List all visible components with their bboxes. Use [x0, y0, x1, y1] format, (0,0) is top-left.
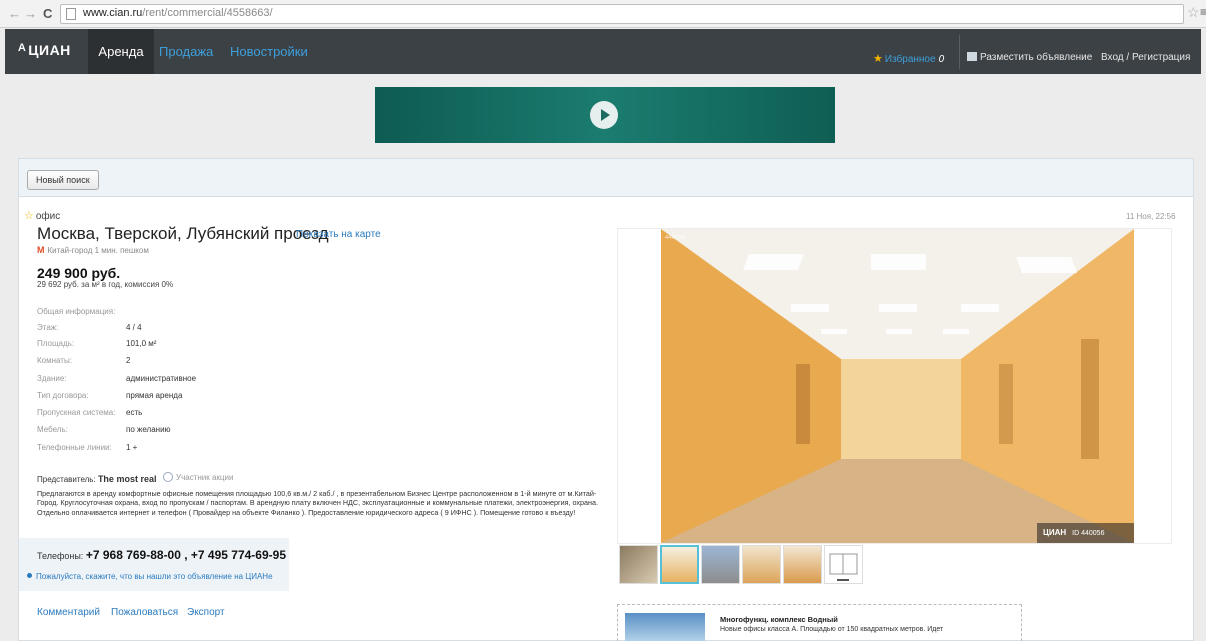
place-ad-icon [967, 52, 977, 61]
listing-type: ☆ офис [24, 210, 61, 222]
place-ad-link[interactable]: Разместить объявление [967, 52, 1092, 63]
back-arrow-icon[interactable]: ← [8, 6, 21, 22]
login-register-link[interactable]: Вход / Регистрация [1101, 52, 1190, 63]
price-per-sqm: 29 692 руб. за м² в год, комиссия 0% [37, 280, 174, 289]
photo-thumbnail[interactable] [742, 545, 781, 584]
info-row: Площадь: 101,0 м² [37, 339, 157, 348]
nav-sale-link[interactable]: Продажа [159, 44, 213, 59]
metro-info: M Китай-город 1 мин. пешком [37, 245, 149, 255]
logo-mark-icon: ᴬ [18, 42, 27, 59]
photo-thumbnails [619, 545, 863, 586]
site-header: ᴬ ЦИАН Аренда Продажа Новостройки ★ Избран… [5, 29, 1201, 74]
forward-arrow-icon[interactable]: → [24, 6, 37, 22]
promo-card[interactable]: Многофункц. комплекс Водный Новые офисы … [617, 604, 1022, 641]
info-row: Телефонные линии: 1 + [37, 443, 138, 452]
agent-info: Представитель: The most real [37, 474, 157, 484]
photo-thumbnail[interactable] [783, 545, 822, 584]
bookmark-star-icon[interactable]: ☆ [1187, 4, 1200, 21]
reload-icon[interactable]: C [43, 6, 52, 22]
ask-cian-note: Пожалуйста, скажите, что вы нашли это об… [27, 572, 273, 581]
phone-numbers: Телефоны: +7 968 769-88-00 , +7 495 774-… [37, 548, 286, 562]
favorites-count: 0 [938, 54, 945, 65]
floor-plan-thumbnail[interactable] [824, 545, 863, 584]
address-bar[interactable]: www.cian.ru/rent/commercial/4558663/ [60, 4, 1184, 24]
listing-date: 11 Ноя, 22:56 [1126, 212, 1176, 221]
check-badge-icon [163, 472, 173, 482]
favorite-star-icon[interactable]: ☆ [24, 210, 34, 222]
listing-price: 249 900 руб. [37, 265, 121, 281]
info-row: Здание: административное [37, 374, 197, 383]
header-divider [959, 35, 960, 69]
photo-thumbnail[interactable] [660, 545, 699, 584]
agent-name[interactable]: The most real [98, 474, 157, 484]
browser-menu-icon[interactable]: ≡ [1200, 5, 1206, 19]
phones-box: Телефоны: +7 968 769-88-00 , +7 495 774-… [19, 538, 289, 591]
browser-toolbar: ← → C www.cian.ru/rent/commercial/455866… [0, 0, 1206, 28]
bullet-dot-icon [27, 573, 32, 578]
listing-description: Предлагаются в аренду комфортные офисные… [37, 489, 598, 517]
listing-address: Москва, Тверской, Лубянский проезд [37, 224, 329, 243]
office-room-image [661, 229, 1134, 543]
play-icon[interactable] [590, 101, 618, 129]
photo-gallery: 440056 ЦИАН ID 440056 [617, 228, 1172, 544]
metro-icon: M [37, 245, 45, 255]
comment-link[interactable]: Комментарий [37, 607, 100, 618]
favorites-star-icon: ★ [873, 53, 883, 65]
nav-rent-tab[interactable]: Аренда [88, 29, 154, 74]
photo-watermark: ЦИАН ID 440056 [1037, 523, 1134, 543]
search-strip: Новый поиск [19, 159, 1193, 197]
info-row: Тип договора: прямая аренда [37, 391, 183, 400]
info-row: Пропускная система: есть [37, 408, 143, 417]
cian-logo[interactable]: ᴬ ЦИАН [18, 42, 71, 60]
promo-building-image [625, 613, 705, 641]
promo-badge: Участник акции [163, 472, 233, 482]
photo-thumbnail[interactable] [701, 545, 740, 584]
promo-title[interactable]: Многофункц. комплекс Водный [720, 615, 838, 624]
info-heading: Общая информация: [37, 307, 116, 316]
new-search-button[interactable]: Новый поиск [27, 170, 99, 190]
show-on-map-link[interactable]: Показать на карте [296, 229, 381, 240]
video-banner[interactable] [375, 87, 835, 143]
complain-link[interactable]: Пожаловаться [111, 607, 178, 618]
info-row: Мебель: по желанию [37, 425, 171, 434]
page-icon [66, 8, 76, 20]
photo-thumbnail[interactable] [619, 545, 658, 584]
url-text: www.cian.ru/rent/commercial/4558663/ [83, 7, 273, 19]
export-link[interactable]: Экспорт [187, 607, 225, 618]
info-row: Этаж: 4 / 4 [37, 323, 142, 332]
photo-id-corner: 440056 [665, 235, 686, 241]
promo-text: Новые офисы класса А. Площадью от 150 кв… [720, 626, 944, 633]
info-row: Комнаты: 2 [37, 356, 131, 365]
nav-new-buildings-link[interactable]: Новостройки [230, 44, 308, 59]
favorites-link[interactable]: ★ Избранное 0 [873, 52, 944, 65]
listing-photo[interactable]: 440056 ЦИАН ID 440056 [661, 229, 1134, 543]
floor-plan-icon [829, 553, 858, 581]
